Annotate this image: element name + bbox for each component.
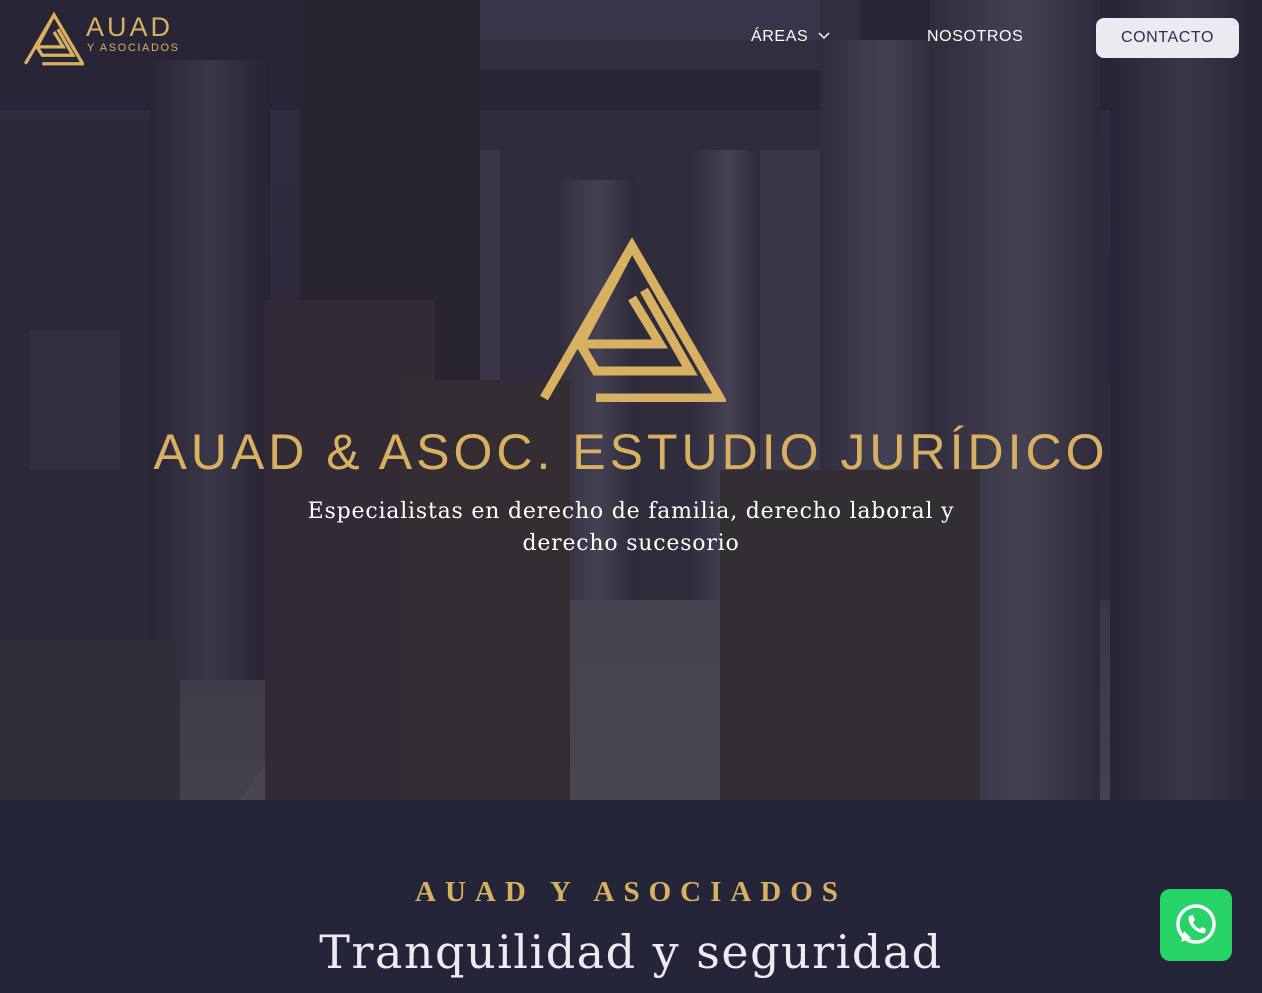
section-eyebrow: AUAD Y ASOCIADOS [415,876,847,908]
hero-section: AUAD Y ASOCIADOS ÁREAS NOSOTROS CONTACTO… [0,0,1262,800]
hero-subtitle: Especialistas en derecho de familia, der… [307,499,955,556]
contacto-button[interactable]: CONTACTO [1096,18,1239,58]
logo-tagline: Y ASOCIADOS [87,42,180,54]
nav-nosotros-link[interactable]: NOSOTROS [927,26,1023,48]
hero-title: AUAD & ASOC. ESTUDIO JURÍDICO [153,424,1109,480]
intro-section: AUAD Y ASOCIADOS Tranquilidad y segurida… [0,800,1262,993]
chevron-down-icon[interactable] [818,31,830,41]
site-header: AUAD Y ASOCIADOS ÁREAS NOSOTROS CONTACTO [0,0,1262,76]
triangle-a-logo-icon [24,11,84,66]
site-logo[interactable]: AUAD Y ASOCIADOS [24,10,184,68]
whatsapp-button[interactable] [1160,889,1232,961]
whatsapp-icon [1176,904,1216,944]
hero-triangle-logo-icon [540,238,726,402]
section-title: Tranquilidad y seguridad [319,925,943,979]
logo-wordmark: AUAD [86,12,174,42]
nav-areas-link[interactable]: ÁREAS [751,26,808,48]
